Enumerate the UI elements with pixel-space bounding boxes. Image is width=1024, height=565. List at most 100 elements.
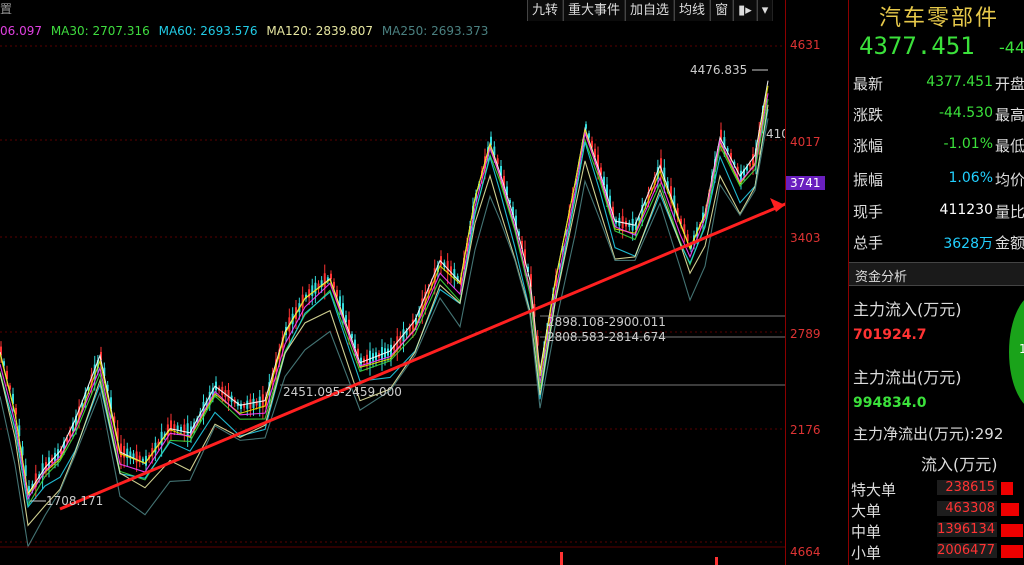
add-watchlist-button[interactable]: 加自选 [625,0,675,21]
ma-legend: 06.097 MA30: 2707.316 MA60: 2693.576 MA1… [0,24,493,38]
order-size-value: 2006477 [937,543,997,558]
row-label2: 最高 [995,106,1024,124]
chart-canvas[interactable]: 4476.835 410 2898.108-2900.0112808.583-281… [0,22,785,565]
candle-body [311,285,314,296]
section-title: 资金分析 [855,270,908,285]
order-size-name: 小单 [851,544,882,562]
order-size-name: 大单 [851,502,882,520]
candle-body [120,443,122,458]
candle-body [366,354,368,364]
chart-toolbar: 九转 重大事件 加自选 均线 窗 ▮▸ ▾ [527,0,774,22]
main-inflow-label: 主力流入(万元) [853,300,962,319]
row-value: 3628万 [943,236,993,252]
quote-row: 涨跌 -44.530 最高 [849,101,1024,127]
candle-body [323,273,326,288]
tick-label: 2176 [790,423,821,437]
chevron-down-icon[interactable]: ▾ [756,0,774,21]
ma120-label: MA120: 2839.807 [266,24,373,38]
candle-body [628,222,631,227]
row-label: 振幅 [853,171,884,189]
table-row: 中单 1396134 [849,520,1024,541]
row-label2: 开盘 [995,75,1024,93]
tick-label: 3403 [790,231,821,245]
quote-row: 总手 3628万 金额 [849,229,1024,255]
fund-analysis-header[interactable]: 资金分析 [849,262,1024,286]
ma60-label: MA60: 2693.576 [158,24,258,38]
sector-title: 汽车零部件 [879,6,1000,31]
quote-row: 振幅 1.06% 均价 [849,166,1024,192]
order-size-value: 1396134 [937,522,997,537]
quote-row: 现手 411230 量比 [849,198,1024,224]
candle-body [183,424,186,434]
volume-bar [715,557,718,565]
table-row: 特大单 238615 [849,478,1024,499]
row-label: 总手 [853,234,884,252]
row-label: 涨幅 [853,137,884,155]
table-row: 小单 2006477 [849,541,1024,562]
right-edge-annotation: 410 [766,127,785,141]
level1-annotation: 2898.108-2900.011 [547,315,666,329]
fund-flow-pie: 1 [1009,292,1024,412]
row-label2: 量比 [995,203,1024,221]
major-events-button[interactable]: 重大事件 [563,0,626,21]
main-outflow-label: 主力流出(万元) [853,368,962,387]
flow-bar [1001,482,1013,495]
ma30-line [0,99,769,508]
table-row: 大单 463308 [849,499,1024,520]
ma30-label: MA30: 2707.316 [50,24,150,38]
flow-bar [1001,503,1019,516]
quote-row: 最新 4377.451 开盘 [849,70,1024,96]
candle-body [450,266,452,276]
quote-row: 涨幅 -1.01% 最低 [849,132,1024,158]
net-outflow-label: 主力净流出(万元):292 [853,425,1004,443]
order-size-table: 特大单 238615 大单 463308 中单 1396134 小单 20064… [849,478,1024,562]
tick-label: 4664 [790,545,821,559]
row-label2: 均价 [995,171,1024,189]
order-size-value: 463308 [937,501,997,516]
jiuzhuan-button[interactable]: 九转 [527,0,564,21]
flow-bar [1001,524,1023,537]
order-size-value: 238615 [937,480,997,495]
window-button[interactable]: 窗 [710,0,734,21]
row-label2: 金额 [995,234,1024,252]
tick-label: 4017 [790,135,821,149]
row-label2: 最低 [995,137,1024,155]
price-change: -44 [999,38,1024,57]
ma250-label: MA250: 2693.373 [381,24,489,38]
inflow-header: 流入(万元) [921,455,998,474]
row-value: 4377.451 [926,74,993,90]
price-axis: 4631 4017 3741 3403 2789 2176 4664 [785,0,848,565]
tick-label: 2789 [790,327,821,341]
current-price-tick: 3741 [786,176,825,190]
row-value: 1.06% [948,170,993,186]
candlestick-chart[interactable]: 4476.835 410 2898.108-2900.0112808.583-281… [0,22,785,565]
candle-body [246,400,249,409]
candle-body [360,357,362,365]
volume-bar [560,552,563,565]
low-annotation: 1708.171 [46,494,103,508]
high-annotation: 4476.835 [690,63,747,77]
order-size-name: 特大单 [851,481,897,499]
main-inflow-value: 701924.7 [853,327,927,343]
quote-panel: 汽车零部件 4377.451 -44 最新 4377.451 开盘 涨跌 -44… [848,0,1024,565]
tick-label: 4631 [790,38,821,52]
row-label: 现手 [853,203,884,221]
candle-body [186,423,189,436]
candle-body [369,350,371,364]
pie-label: 1 [1019,342,1024,356]
pin-icon[interactable]: ▮▸ [733,0,757,21]
last-price: 4377.451 [859,32,975,60]
panel-label: 置 [0,2,13,16]
flow-bar [1001,545,1023,558]
level3-annotation: 2451.095-2459.000 [283,385,402,399]
row-value: -44.530 [938,105,993,121]
ma20-line [0,93,769,500]
ma-partial: 06.097 [0,24,42,38]
row-value: 411230 [939,202,993,218]
row-label: 最新 [853,75,884,93]
candle-body [314,282,317,294]
main-outflow-value: 994834.0 [853,395,927,411]
order-size-name: 中单 [851,523,882,541]
moving-average-button[interactable]: 均线 [674,0,711,21]
row-value: -1.01% [943,136,993,152]
